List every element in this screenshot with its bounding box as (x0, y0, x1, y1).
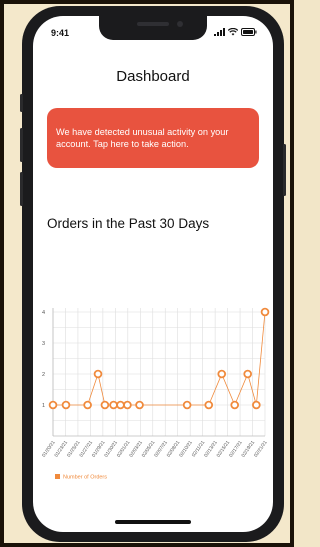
legend-label: Number of Orders (63, 475, 107, 481)
x-tick-label: 02/21/21 (253, 439, 269, 458)
notch (99, 16, 207, 40)
wifi-icon (228, 28, 238, 36)
data-point (260, 307, 270, 317)
data-point (116, 400, 125, 410)
y-tick-label: 3 (42, 341, 45, 347)
page-title: Dashboard (116, 68, 190, 85)
data-point (135, 400, 144, 410)
orders-line-chart: 123401/20/2101/23/2101/25/2101/27/2101/2… (41, 307, 270, 481)
data-point (93, 369, 103, 379)
data-point (61, 400, 71, 410)
section-title: Orders in the Past 30 Days (47, 216, 210, 231)
battery-icon (241, 28, 257, 36)
y-tick-label: 2 (42, 372, 45, 378)
power-button (283, 144, 286, 196)
cellular-signal-icon (214, 28, 225, 36)
data-point (204, 400, 214, 410)
alert-text: We have detected unusual activity on you… (56, 127, 229, 149)
data-point (182, 400, 192, 410)
data-point (243, 369, 252, 379)
data-point (83, 400, 92, 410)
phone-screen: 9:41 Dashboard We have detected unusual … (33, 16, 273, 532)
legend-swatch (55, 474, 60, 479)
data-point (230, 400, 240, 410)
data-point (252, 400, 261, 410)
volume-down-button (20, 172, 23, 206)
mute-switch (20, 94, 23, 112)
y-tick-label: 1 (42, 403, 45, 409)
y-tick-label: 4 (42, 310, 45, 316)
data-point (109, 400, 118, 410)
data-point (123, 400, 132, 410)
front-camera (177, 21, 183, 27)
data-point (48, 400, 58, 410)
status-time: 9:41 (51, 28, 70, 38)
home-indicator (115, 520, 191, 524)
data-point (217, 369, 227, 379)
speaker (137, 22, 169, 26)
unusual-activity-alert[interactable]: We have detected unusual activity on you… (47, 108, 259, 168)
phone-frame: 9:41 Dashboard We have detected unusual … (20, 6, 286, 542)
status-icons (214, 28, 257, 36)
data-point (100, 400, 110, 410)
volume-up-button (20, 128, 23, 162)
